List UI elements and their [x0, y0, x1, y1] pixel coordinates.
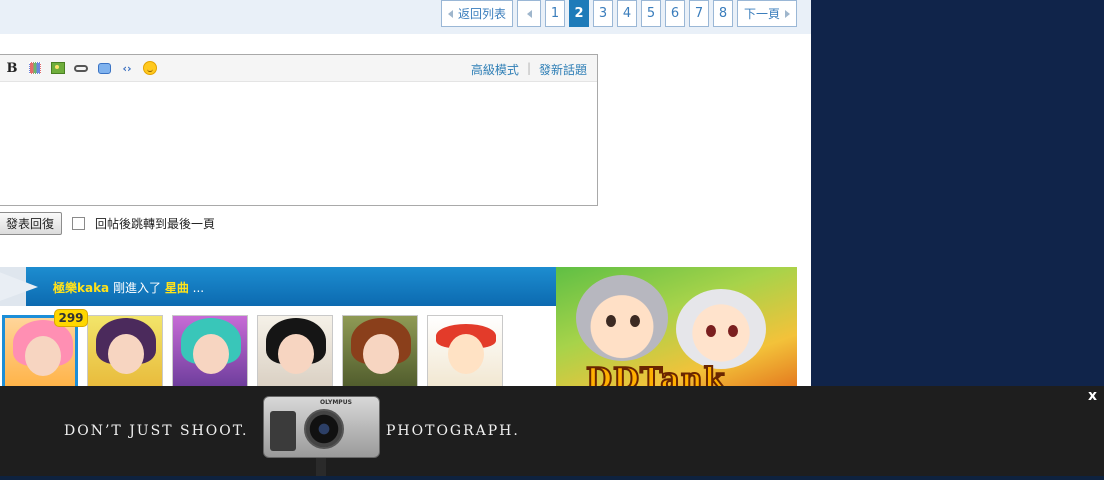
avatar[interactable]: [257, 315, 333, 391]
reply-row: 發表回復 回帖後跳轉到最後一頁: [0, 212, 215, 235]
left-arrow-icon: [447, 9, 453, 18]
activity-banner: 極樂kaka 剛進入了 星曲 ...: [0, 267, 556, 306]
new-topic-link[interactable]: 發新話題: [539, 61, 587, 78]
page-6-button[interactable]: 6: [665, 0, 685, 27]
bottom-strip: [0, 476, 1104, 480]
left-arrow-icon: [526, 9, 532, 18]
activity-user[interactable]: 極樂kaka: [53, 281, 109, 295]
ad-text-left: DON’T JUST SHOOT.: [64, 423, 249, 439]
toolbar-separator: |: [526, 61, 531, 75]
editor-toolbar: B ‹› 高級模式 | 發新話題: [0, 55, 597, 82]
page-4-button[interactable]: 4: [617, 0, 637, 27]
chibi-character-right: [676, 289, 766, 369]
activity-suffix: ...: [188, 281, 205, 295]
back-to-list-button[interactable]: 返回列表: [441, 0, 513, 27]
submit-reply-button[interactable]: 發表回復: [0, 212, 63, 235]
camera-brand: OLYMPUS: [320, 399, 352, 406]
right-arrow-icon: [785, 9, 790, 18]
current-page-indicator: 2: [569, 0, 589, 27]
ad-text-right: PHOTOGRAPH.: [386, 423, 520, 439]
close-ad-button[interactable]: x: [1088, 388, 1097, 404]
prev-page-button[interactable]: [517, 0, 541, 27]
page: 返回列表 1 2 3 4 5 6 7 8 下一頁 B ‹› 高級模式 | 發新話…: [0, 0, 1104, 480]
camera-image: OLYMPUS: [263, 396, 380, 458]
avatar[interactable]: [87, 315, 163, 391]
jump-last-page-label: 回帖後跳轉到最後一頁: [95, 217, 216, 231]
back-to-list-label: 返回列表: [457, 7, 506, 21]
activity-room[interactable]: 星曲: [165, 281, 189, 295]
count-badge: 299: [54, 309, 88, 327]
page-7-button[interactable]: 7: [689, 0, 709, 27]
avatar[interactable]: [427, 315, 503, 391]
link-icon[interactable]: [73, 61, 89, 75]
pagination: 返回列表 1 2 3 4 5 6 7 8 下一頁: [441, 0, 797, 27]
page-8-button[interactable]: 8: [713, 0, 733, 27]
avatar[interactable]: [342, 315, 418, 391]
chibi-character-left: [576, 275, 668, 361]
reply-editor: B ‹› 高級模式 | 發新話題: [0, 54, 598, 206]
bottom-ad-banner[interactable]: DON’T JUST SHOOT. OLYMPUS PHOTOGRAPH. x: [0, 386, 1104, 480]
next-page-button[interactable]: 下一頁: [737, 0, 797, 27]
smiley-icon[interactable]: [142, 61, 158, 75]
jump-last-page-checkbox[interactable]: [72, 217, 86, 230]
quote-icon[interactable]: [96, 61, 112, 75]
page-1-button[interactable]: 1: [545, 0, 565, 27]
next-page-label: 下一頁: [743, 7, 780, 21]
game-ad[interactable]: DDTank: [556, 267, 797, 386]
activity-text: 極樂kaka 剛進入了 星曲 ...: [53, 279, 204, 296]
avatar[interactable]: [172, 315, 248, 391]
page-5-button[interactable]: 5: [641, 0, 661, 27]
game-logo: DDTank: [585, 361, 726, 386]
advanced-mode-link[interactable]: 高級模式: [471, 61, 519, 78]
bold-icon[interactable]: B: [4, 61, 20, 76]
code-icon[interactable]: ‹›: [119, 61, 135, 75]
banner-arrow-icon: [0, 267, 38, 306]
image-icon[interactable]: [50, 61, 66, 75]
page-3-button[interactable]: 3: [593, 0, 613, 27]
color-grid-icon[interactable]: [27, 61, 43, 75]
reply-textarea[interactable]: [0, 82, 597, 205]
activity-action: 剛進入了: [109, 281, 165, 295]
